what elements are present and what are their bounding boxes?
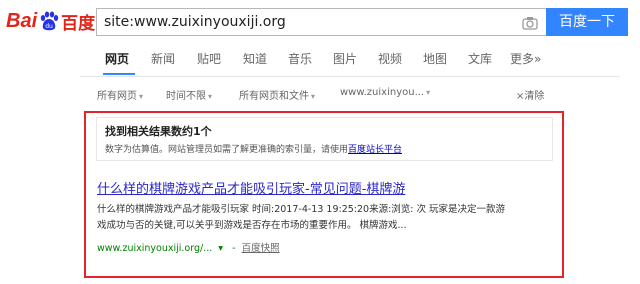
search-tabs: 网页 新闻 贴吧 知道 音乐 图片 视频 地图 文库 更多» bbox=[0, 50, 640, 72]
tab-tieba[interactable]: 贴吧 bbox=[197, 50, 221, 67]
filter-all-pages-label: 所有网页 bbox=[97, 91, 137, 102]
logo-text-cn: 百度 bbox=[61, 13, 96, 34]
baidu-logo[interactable]: Bai du 百度 bbox=[6, 6, 95, 36]
webmaster-platform-link[interactable]: 百度站长平台 bbox=[348, 145, 402, 155]
tab-images[interactable]: 图片 bbox=[333, 50, 357, 67]
result-title-link[interactable]: 什么样的棋牌游戏产品才能吸引玩家-常见问题-棋牌游 bbox=[97, 178, 405, 197]
url-dropdown-arrow[interactable]: ▾ bbox=[218, 243, 223, 254]
search-input[interactable]: site:www.zuixinyouxiji.org bbox=[96, 8, 546, 36]
result-count-note: 数字为估算值。网站管理员如需了解更准确的索引量，请使用百度站长平台 bbox=[105, 142, 402, 155]
logo-text-latin: Bai bbox=[6, 9, 38, 32]
result-url[interactable]: www.zuixinyouxiji.org/... bbox=[97, 243, 212, 254]
camera-icon[interactable] bbox=[522, 15, 538, 30]
chevron-down-icon: ▾ bbox=[139, 92, 144, 101]
filter-time-label: 时间不限 bbox=[166, 91, 206, 102]
notice-text: 数字为估算值。网站管理员如需了解更准确的索引量，请使用 bbox=[105, 145, 349, 155]
filter-file-type[interactable]: 所有网页和文件 ▾ bbox=[239, 87, 315, 102]
tab-map[interactable]: 地图 bbox=[423, 50, 447, 67]
tab-news[interactable]: 新闻 bbox=[151, 50, 175, 67]
snippet-line-2: 戏成功与否的关键,可以关乎到游戏是否存在市场的重要作用。 棋牌游戏... bbox=[97, 220, 407, 231]
paw-icon: du bbox=[39, 11, 59, 31]
tab-wenku[interactable]: 文库 bbox=[468, 50, 492, 67]
result-count-title: 找到相关结果数约1个 bbox=[105, 125, 212, 138]
tab-web[interactable]: 网页 bbox=[105, 50, 129, 67]
filter-time[interactable]: 时间不限 ▾ bbox=[166, 87, 212, 102]
filter-all-pages[interactable]: 所有网页 ▾ bbox=[97, 87, 143, 102]
clear-filter-button[interactable]: ×清除 bbox=[516, 87, 544, 102]
result-snippet: 什么样的棋牌游戏产品才能吸引玩家 时间:2017-4-13 19:25:20来源… bbox=[97, 202, 552, 234]
tab-more[interactable]: 更多» bbox=[510, 50, 541, 67]
filter-site[interactable]: www.zuixinyou... ▾ bbox=[340, 87, 430, 98]
snippet-line-1: 什么样的棋牌游戏产品才能吸引玩家 时间:2017-4-13 19:25:20来源… bbox=[97, 204, 506, 215]
filter-file-type-label: 所有网页和文件 bbox=[239, 91, 309, 102]
tab-music[interactable]: 音乐 bbox=[288, 50, 312, 67]
tabs-divider bbox=[80, 76, 620, 77]
svg-text:du: du bbox=[45, 23, 53, 30]
result-count-notice: 找到相关结果数约1个 数字为估算值。网站管理员如需了解更准确的索引量，请使用百度… bbox=[96, 117, 553, 161]
tab-video[interactable]: 视频 bbox=[378, 50, 402, 67]
chevron-down-icon: ▾ bbox=[208, 92, 213, 101]
active-tab-indicator bbox=[103, 73, 135, 75]
result-url-line: www.zuixinyouxiji.org/... ▾ - 百度快照 bbox=[97, 240, 280, 254]
chevron-down-icon: ▾ bbox=[311, 92, 316, 101]
tab-zhidao[interactable]: 知道 bbox=[243, 50, 267, 67]
cache-link[interactable]: 百度快照 bbox=[242, 243, 280, 254]
chevron-down-icon: ▾ bbox=[426, 88, 431, 97]
search-query[interactable]: site:www.zuixinyouxiji.org bbox=[104, 9, 286, 35]
search-button[interactable]: 百度一下 bbox=[546, 8, 628, 36]
url-separator: - bbox=[232, 243, 236, 254]
filter-bar: 所有网页 ▾ 时间不限 ▾ 所有网页和文件 ▾ www.zuixinyou... ▾ ×… bbox=[0, 87, 640, 103]
filter-site-label: www.zuixinyou... bbox=[340, 87, 425, 98]
